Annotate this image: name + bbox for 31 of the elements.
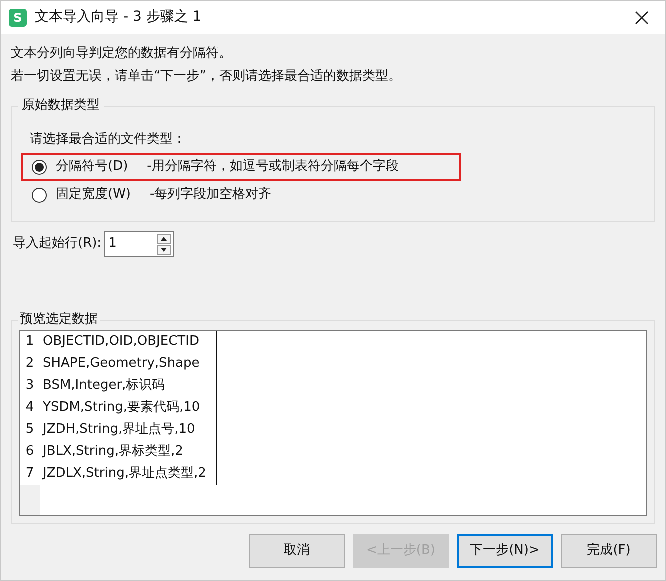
preview-line: JZDLX,String,界址点类型,2 xyxy=(43,465,208,483)
line-number: 2 xyxy=(20,353,40,375)
start-row-label: 导入起始行(R): xyxy=(13,235,102,254)
close-icon xyxy=(634,10,650,26)
spin-up-icon[interactable] xyxy=(156,234,171,244)
option-description: -每列字段加空格对齐 xyxy=(150,186,272,204)
line-number: 1 xyxy=(20,331,40,353)
intro-text: 若一切设置无误，请单击“下一步”，否则请选择最合适的数据类型。 xyxy=(11,68,402,86)
app-icon: S xyxy=(9,8,27,26)
radio-option[interactable]: 分隔符号(D) xyxy=(32,157,128,177)
prompt-text: 请选择最合适的文件类型： xyxy=(30,131,187,149)
spin-down-icon[interactable] xyxy=(156,244,171,254)
dialog-button[interactable]: 取消 xyxy=(249,534,345,568)
window-title: 文本导入向导 - 3 步骤之 1 xyxy=(35,8,202,27)
preview-line: JBLX,String,界标类型,2 xyxy=(43,443,184,461)
line-number: 4 xyxy=(20,397,40,419)
start-row-spinner[interactable]: 1 xyxy=(104,231,174,257)
radio-option[interactable]: 固定宽度(W) xyxy=(32,185,131,205)
option-description: -用分隔字符，如逗号或制表符分隔每个字段 xyxy=(147,158,399,176)
dialog-button[interactable]: 下一步(N)> xyxy=(457,534,553,568)
intro-text: 文本分列向导判定您的数据有分隔符。 xyxy=(11,45,233,63)
line-number: 7 xyxy=(20,463,40,485)
preview-line: BSM,Integer,标识码 xyxy=(43,377,166,395)
line-number: 5 xyxy=(20,419,40,441)
preview-line: YSDM,String,要素代码,10 xyxy=(43,399,202,417)
dialog-button[interactable]: 完成(F) xyxy=(561,534,657,568)
preview-line: SHAPE,Geometry,Shape xyxy=(43,355,201,373)
preview-line: JZDH,String,界址点号,10 xyxy=(43,421,196,439)
line-number: 3 xyxy=(20,375,40,397)
line-number: 6 xyxy=(20,441,40,463)
preview-line: OBJECTID,OID,OBJECTID xyxy=(43,333,200,351)
